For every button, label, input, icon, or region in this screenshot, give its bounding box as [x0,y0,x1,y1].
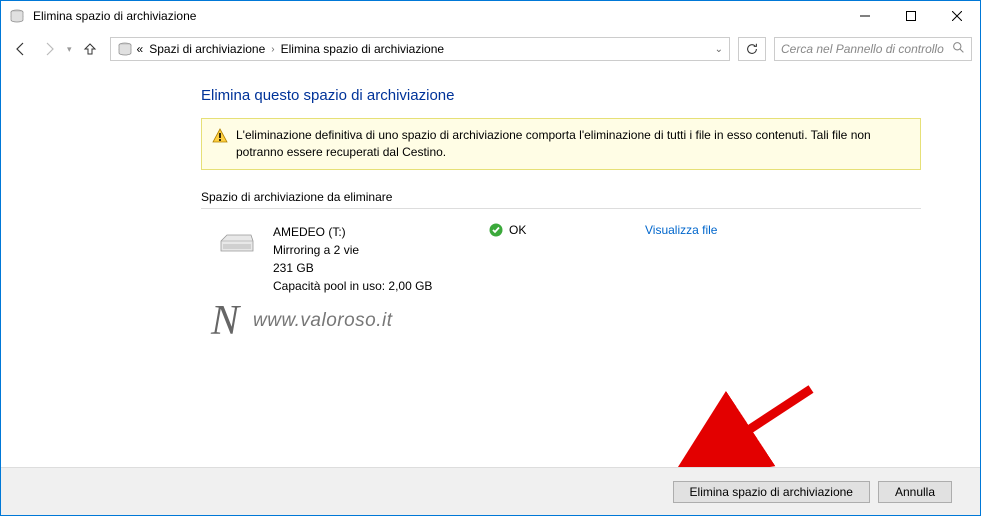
window-controls [842,1,980,31]
drive-info: AMEDEO (T:) Mirroring a 2 vie 231 GB Cap… [273,223,473,295]
refresh-button[interactable] [738,37,766,61]
warning-text: L'eliminazione definitiva di uno spazio … [236,127,910,161]
delete-button[interactable]: Elimina spazio di archiviazione [673,481,870,503]
view-files-link[interactable]: Visualizza file [645,223,717,237]
search-icon [952,41,965,57]
drive-row: AMEDEO (T:) Mirroring a 2 vie 231 GB Cap… [201,223,980,295]
breadcrumb-item[interactable]: Spazi di archiviazione [149,42,265,56]
watermark-text: www.valoroso.it [253,310,393,332]
main-content: Elimina questo spazio di archiviazione L… [1,67,980,295]
drive-size: 231 GB [273,259,473,277]
cancel-button[interactable]: Annulla [878,481,952,503]
maximize-button[interactable] [888,1,934,31]
forward-button[interactable] [37,37,61,61]
drive-pool-usage: Capacità pool in uso: 2,00 GB [273,277,473,295]
breadcrumb-item[interactable]: Elimina spazio di archiviazione [281,42,444,56]
address-dropdown[interactable]: ⌄ [715,44,723,55]
drive-icon [217,231,257,259]
recent-dropdown[interactable]: ▾ [65,44,74,55]
footer: Elimina spazio di archiviazione Annulla [1,467,980,515]
status-text: OK [509,223,526,237]
warning-banner: L'eliminazione definitiva di uno spazio … [201,118,921,170]
back-button[interactable] [9,37,33,61]
titlebar: Elimina spazio di archiviazione [1,1,980,31]
up-button[interactable] [78,37,102,61]
address-icon [117,41,133,57]
watermark: N www.valoroso.it [211,297,393,345]
app-icon [9,8,25,24]
drive-status: OK [489,223,629,237]
breadcrumb-prefix: « [137,42,144,56]
page-title: Elimina questo spazio di archiviazione [201,87,980,104]
address-bar[interactable]: « Spazi di archiviazione › Elimina spazi… [110,37,730,61]
warning-icon [212,128,228,144]
navbar: ▾ « Spazi di archiviazione › Elimina spa… [1,31,980,67]
watermark-logo: N [211,297,239,345]
close-button[interactable] [934,1,980,31]
search-input[interactable]: Cerca nel Pannello di controllo [774,37,972,61]
drive-mode: Mirroring a 2 vie [273,241,473,259]
section-divider [201,208,921,209]
section-label: Spazio di archiviazione da eliminare [201,190,980,204]
drive-name: AMEDEO (T:) [273,223,473,241]
breadcrumb-separator: › [271,44,274,55]
window-title: Elimina spazio di archiviazione [33,9,842,23]
ok-icon [489,223,503,237]
search-placeholder: Cerca nel Pannello di controllo [781,42,952,56]
minimize-button[interactable] [842,1,888,31]
